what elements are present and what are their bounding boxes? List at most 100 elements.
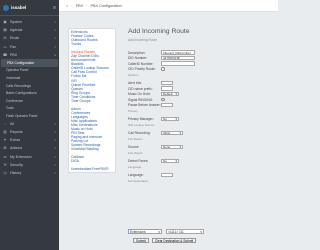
- page-title: Add Incoming Route: [128, 28, 190, 35]
- source-label: Source:: [128, 145, 140, 149]
- pause-before-answer-label: Pause Before Answer:: [128, 103, 161, 107]
- sidebar-item-agenda[interactable]: ▤ Agenda <: [0, 26, 59, 34]
- privacy-section-label: Privacy: [128, 108, 138, 113]
- description-label: Description:: [128, 50, 146, 55]
- sidebar-subitem-pbx-configuration[interactable]: PBX Configuration: [1, 58, 58, 67]
- sidebar-subitem-operator-panel[interactable]: Operator Panel: [0, 67, 59, 75]
- breadcrumb-pbx-configuration: PBX Configuration: [90, 3, 122, 8]
- sidebar-subitem-conference[interactable]: Conference: [0, 97, 59, 105]
- email-icon: ✉: [3, 36, 7, 41]
- add-incoming-route-form: Add Incoming Route Add Incoming Route De…: [128, 28, 216, 187]
- sidebar-item-system[interactable]: ▣ System <: [0, 18, 59, 26]
- fax-section-label: Fax Detect: [128, 136, 143, 141]
- callerid-number-label: CallerID Number:: [128, 61, 154, 66]
- music-on-hold-select[interactable]: Default ▾: [161, 91, 179, 97]
- cid-name-prefix-label: CID name prefix:: [128, 86, 153, 91]
- chevron-down-icon: ▾: [175, 92, 177, 96]
- destination-row: Extensions ▾ <1111> 111 ▾: [128, 229, 204, 234]
- signal-ringing-label: Signal RINGING:: [128, 97, 154, 102]
- history-icon: ◷: [3, 170, 7, 175]
- chevron-down-icon: v: [54, 52, 57, 57]
- form-buttons: Submit Clear Destination & Submit: [133, 238, 199, 243]
- cid-priority-route-label: CID Priority Route:: [128, 67, 156, 71]
- sidebar-item-my-extension[interactable]: ☏ My Extension <: [0, 152, 59, 160]
- chevron-down-icon: ▾: [175, 117, 177, 121]
- sidebar-item-reports[interactable]: ▥ Reports <: [0, 128, 59, 136]
- chevron-left-icon: <: [54, 170, 56, 175]
- breadcrumb-pbx[interactable]: PBX: [76, 4, 84, 8]
- chevron-down-icon: ▾: [179, 145, 181, 149]
- sidebar-subitem-flash-operator-panel[interactable]: Flash Operator Panel: [0, 112, 59, 120]
- page-subtitle: Add Incoming Route: [128, 38, 157, 42]
- breadcrumb-separator: ›: [71, 3, 73, 8]
- cid-name-prefix-input[interactable]: [161, 86, 173, 91]
- sidebar-item-im[interactable]: ◌ IM <: [0, 120, 59, 128]
- chevron-left-icon: <: [54, 121, 56, 126]
- brand: issabel ≡: [0, 0, 59, 16]
- extras-icon: ✦: [3, 138, 7, 143]
- privacy-manager-select[interactable]: No ▾: [161, 116, 179, 122]
- fax-icon: ▭: [3, 44, 7, 49]
- issabel-logo-icon: [3, 4, 9, 11]
- sidebar-item-fax[interactable]: ▭ Fax <: [0, 43, 59, 51]
- signal-ringing-checkbox[interactable]: [161, 97, 165, 102]
- sidebar-subitem-batch-configurations[interactable]: Batch Configurations: [0, 89, 59, 97]
- module-list-item[interactable]: Unembedded FreePBX®: [70, 167, 114, 171]
- my-extension-icon: ☏: [2, 154, 8, 159]
- sidebar-item-extras[interactable]: ✦ Extras <: [0, 136, 59, 144]
- detect-faxes-select[interactable]: No ▾: [161, 158, 179, 164]
- chevron-left-icon: <: [54, 138, 56, 143]
- brand-name: issabel: [11, 5, 27, 10]
- security-icon: ⛨: [3, 162, 7, 167]
- chevron-left-icon: <: [54, 20, 56, 25]
- language-section-label: Language: [128, 164, 142, 169]
- language-label: Language:: [128, 173, 144, 177]
- clear-destination-submit-button[interactable]: Clear Destination & Submit: [151, 238, 197, 243]
- sidebar-item-security[interactable]: ⛨ Security <: [0, 161, 59, 169]
- set-destination-section-label: Set Destination: [128, 178, 149, 183]
- destination-type-select[interactable]: Extensions ▾: [128, 229, 162, 234]
- chevron-down-icon: ▾: [175, 159, 177, 163]
- hamburger-menu-icon[interactable]: ≡: [53, 5, 56, 11]
- chevron-left-icon: <: [54, 162, 56, 167]
- callerid-number-input[interactable]: [161, 61, 195, 66]
- chevron-left-icon: <: [54, 36, 56, 41]
- chevron-left-icon: <: [54, 28, 56, 33]
- sidebar-item-email[interactable]: ✉ Email <: [0, 34, 59, 42]
- did-number-input[interactable]: 4475253148: [161, 55, 195, 61]
- breadcrumb: ⌂ › PBX › PBX Configuration: [59, 0, 278, 12]
- sidebar-subitem-voicemail[interactable]: Voicemail: [0, 74, 59, 82]
- sidebar-subitem-tools[interactable]: Tools: [0, 105, 59, 113]
- call-recording-label: Call Recording:: [128, 131, 151, 135]
- chevron-left-icon: <: [54, 154, 56, 159]
- module-list: Extensions Feature Codes Outbound Routes Tr…: [68, 28, 116, 174]
- chevron-down-icon: ▾: [200, 229, 202, 234]
- pause-before-answer-input[interactable]: [161, 102, 173, 108]
- sidebar-item-history[interactable]: ◷ History <: [0, 169, 59, 177]
- alert-info-label: Alert Info:: [128, 81, 143, 85]
- sidebar-item-pbx[interactable]: ☎ PBX v: [0, 51, 59, 59]
- did-number-label: DID Number:: [128, 56, 148, 60]
- sidebar-subitem-calls-recordings[interactable]: Calls Recordings: [0, 82, 59, 90]
- description-input[interactable]: Inbound_DIDnumber: [161, 50, 195, 55]
- destination-value-select[interactable]: <1111> 111 ▾: [166, 229, 204, 234]
- cid-priority-route-checkbox[interactable]: [161, 67, 165, 71]
- chevron-down-icon: ▾: [179, 131, 181, 135]
- submit-button[interactable]: Submit: [133, 238, 149, 243]
- chevron-left-icon: <: [54, 146, 56, 151]
- breadcrumb-separator: ›: [86, 3, 88, 8]
- music-on-hold-label: Music On Hold:: [128, 92, 151, 96]
- pbx-icon: ☎: [2, 52, 8, 57]
- addons-icon: ⊞: [3, 146, 7, 151]
- home-icon[interactable]: ⌂: [66, 4, 68, 8]
- detect-faxes-label: Detect Faxes:: [128, 159, 149, 163]
- call-recording-select[interactable]: Allow ▾: [161, 130, 183, 136]
- language-input[interactable]: [161, 172, 173, 178]
- alert-info-input[interactable]: [161, 80, 173, 86]
- chevron-down-icon: ▾: [158, 229, 160, 234]
- chevron-left-icon: <: [54, 44, 56, 49]
- source-select[interactable]: None ▾: [161, 144, 183, 150]
- sidebar-item-addons[interactable]: ⊞ Addons <: [0, 144, 59, 152]
- privacy-manager-label: Privacy Manager:: [128, 117, 154, 121]
- sidebar-nav: ▣ System < ▤ Agenda < ✉ Email < ▭ Fax < ☎ PBX v PB…: [0, 16, 59, 177]
